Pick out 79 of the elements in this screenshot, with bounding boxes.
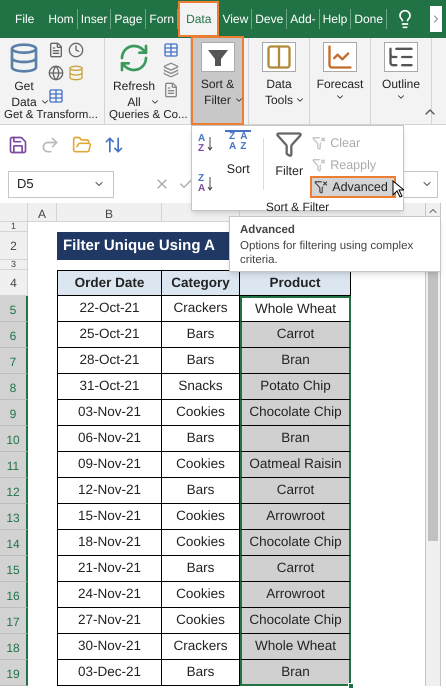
ribbon-tab[interactable]: File	[12, 9, 38, 29]
table-header-cell: Order Date	[57, 270, 162, 296]
table-cell[interactable]: Oatmeal Raisin	[240, 452, 351, 478]
filter-command[interactable]: Advanced	[310, 176, 396, 198]
row-header[interactable]: 5	[0, 296, 28, 322]
ribbon-tab[interactable]: Page	[111, 9, 146, 29]
ribbon-tab[interactable]: Inser	[78, 9, 112, 29]
row-header[interactable]: 11	[0, 452, 28, 478]
row-header[interactable]: 19	[0, 660, 28, 686]
ribbon-tab[interactable]: Deve	[252, 9, 288, 29]
table-header-cell: Category	[162, 270, 240, 296]
row-header[interactable]: 6	[0, 322, 28, 348]
table-cell: 27-Nov-21	[57, 608, 162, 634]
ribbon-button[interactable]: Get Data	[4, 38, 44, 107]
ribbon-button[interactable]: Sort & Filter	[191, 36, 244, 125]
row-header[interactable]: 4	[0, 270, 28, 296]
ribbon-tab[interactable]: Hom	[45, 9, 78, 29]
ribbon-button[interactable]: Refresh All	[109, 38, 159, 107]
table-cell[interactable]: Bran	[240, 426, 351, 452]
table-cell[interactable]: Bran	[240, 660, 351, 686]
row-header[interactable]: 10	[0, 426, 28, 452]
table-cell[interactable]: Whole Wheat	[240, 634, 351, 660]
row-header[interactable]: 2	[0, 232, 28, 260]
table-cell: 09-Nov-21	[57, 452, 162, 478]
table-cell[interactable]: Chocolate Chip	[240, 530, 351, 556]
table-cell[interactable]: Whole Wheat	[240, 296, 351, 322]
column-header[interactable]: B	[57, 203, 162, 221]
row-header[interactable]: 1	[0, 222, 28, 232]
row-header[interactable]: 15	[0, 556, 28, 582]
table-cell: 03-Nov-21	[57, 400, 162, 426]
table-cell[interactable]: Bran	[240, 348, 351, 374]
table-cell[interactable]: Carrot	[240, 478, 351, 504]
row-header[interactable]: 12	[0, 478, 28, 504]
ribbon-tab[interactable]: Help	[320, 9, 352, 29]
table-cell: 24-Nov-21	[57, 582, 162, 608]
table-cell[interactable]: Potato Chip	[240, 374, 351, 400]
row-header[interactable]: 17	[0, 608, 28, 634]
table-cell[interactable]: Carrot	[240, 322, 351, 348]
table-cell: 31-Oct-21	[57, 374, 162, 400]
table-cell: 30-Nov-21	[57, 634, 162, 660]
table-cell[interactable]: Arrowroot	[240, 582, 351, 608]
row-header[interactable]: 3	[0, 260, 28, 270]
group-label: Sort & Filter	[266, 199, 330, 216]
row-header[interactable]: 16	[0, 582, 28, 608]
tooltip: Advanced Options for filtering using complex criteria.	[229, 216, 441, 272]
ribbon-tab[interactable]: Add-	[287, 9, 320, 29]
row-header[interactable]: 7	[0, 348, 28, 374]
column-header[interactable]: A	[28, 203, 57, 221]
table-header-cell: Product	[240, 270, 351, 296]
ribbon-tab[interactable]: View	[219, 9, 252, 29]
row-header[interactable]: 13	[0, 504, 28, 530]
table-cell: 25-Oct-21	[57, 322, 162, 348]
name-box[interactable]: D5	[8, 170, 114, 198]
sort-button[interactable]: Z A A Z Sort	[221, 130, 256, 198]
row-header[interactable]: 18	[0, 634, 28, 660]
row-header[interactable]: 8	[0, 374, 28, 400]
ribbon-button[interactable]: Forecast	[314, 38, 366, 124]
row-header[interactable]: 14	[0, 530, 28, 556]
table-cell[interactable]: Chocolate Chip	[240, 400, 351, 426]
table-cell: 21-Nov-21	[57, 556, 162, 582]
ribbon-button[interactable]: Outline	[375, 38, 427, 124]
sheet-title: Filter Unique Using A	[57, 232, 229, 260]
table-cell: 22-Oct-21	[57, 296, 162, 322]
row-header[interactable]: 9	[0, 400, 28, 426]
ribbon-tab[interactable]: Data	[178, 1, 220, 37]
table-cell: 15-Nov-21	[57, 504, 162, 530]
ribbon-tab[interactable]: Done	[351, 9, 387, 29]
group-label: Get & Transform...	[4, 108, 99, 123]
ribbon-button[interactable]: Data Tools	[253, 38, 305, 124]
table-cell: 03-Dec-21	[57, 660, 162, 686]
table-cell: 28-Oct-21	[57, 348, 162, 374]
table-cell: 18-Nov-21	[57, 530, 162, 556]
table-cell: 06-Nov-21	[57, 426, 162, 452]
table-cell[interactable]: Arrowroot	[240, 504, 351, 530]
group-label: Queries & Co...	[109, 108, 186, 123]
table-cell: 12-Nov-21	[57, 478, 162, 504]
filter-button[interactable]: Filter	[272, 130, 306, 198]
table-cell[interactable]: Carrot	[240, 556, 351, 582]
table-cell[interactable]: Chocolate Chip	[240, 608, 351, 634]
